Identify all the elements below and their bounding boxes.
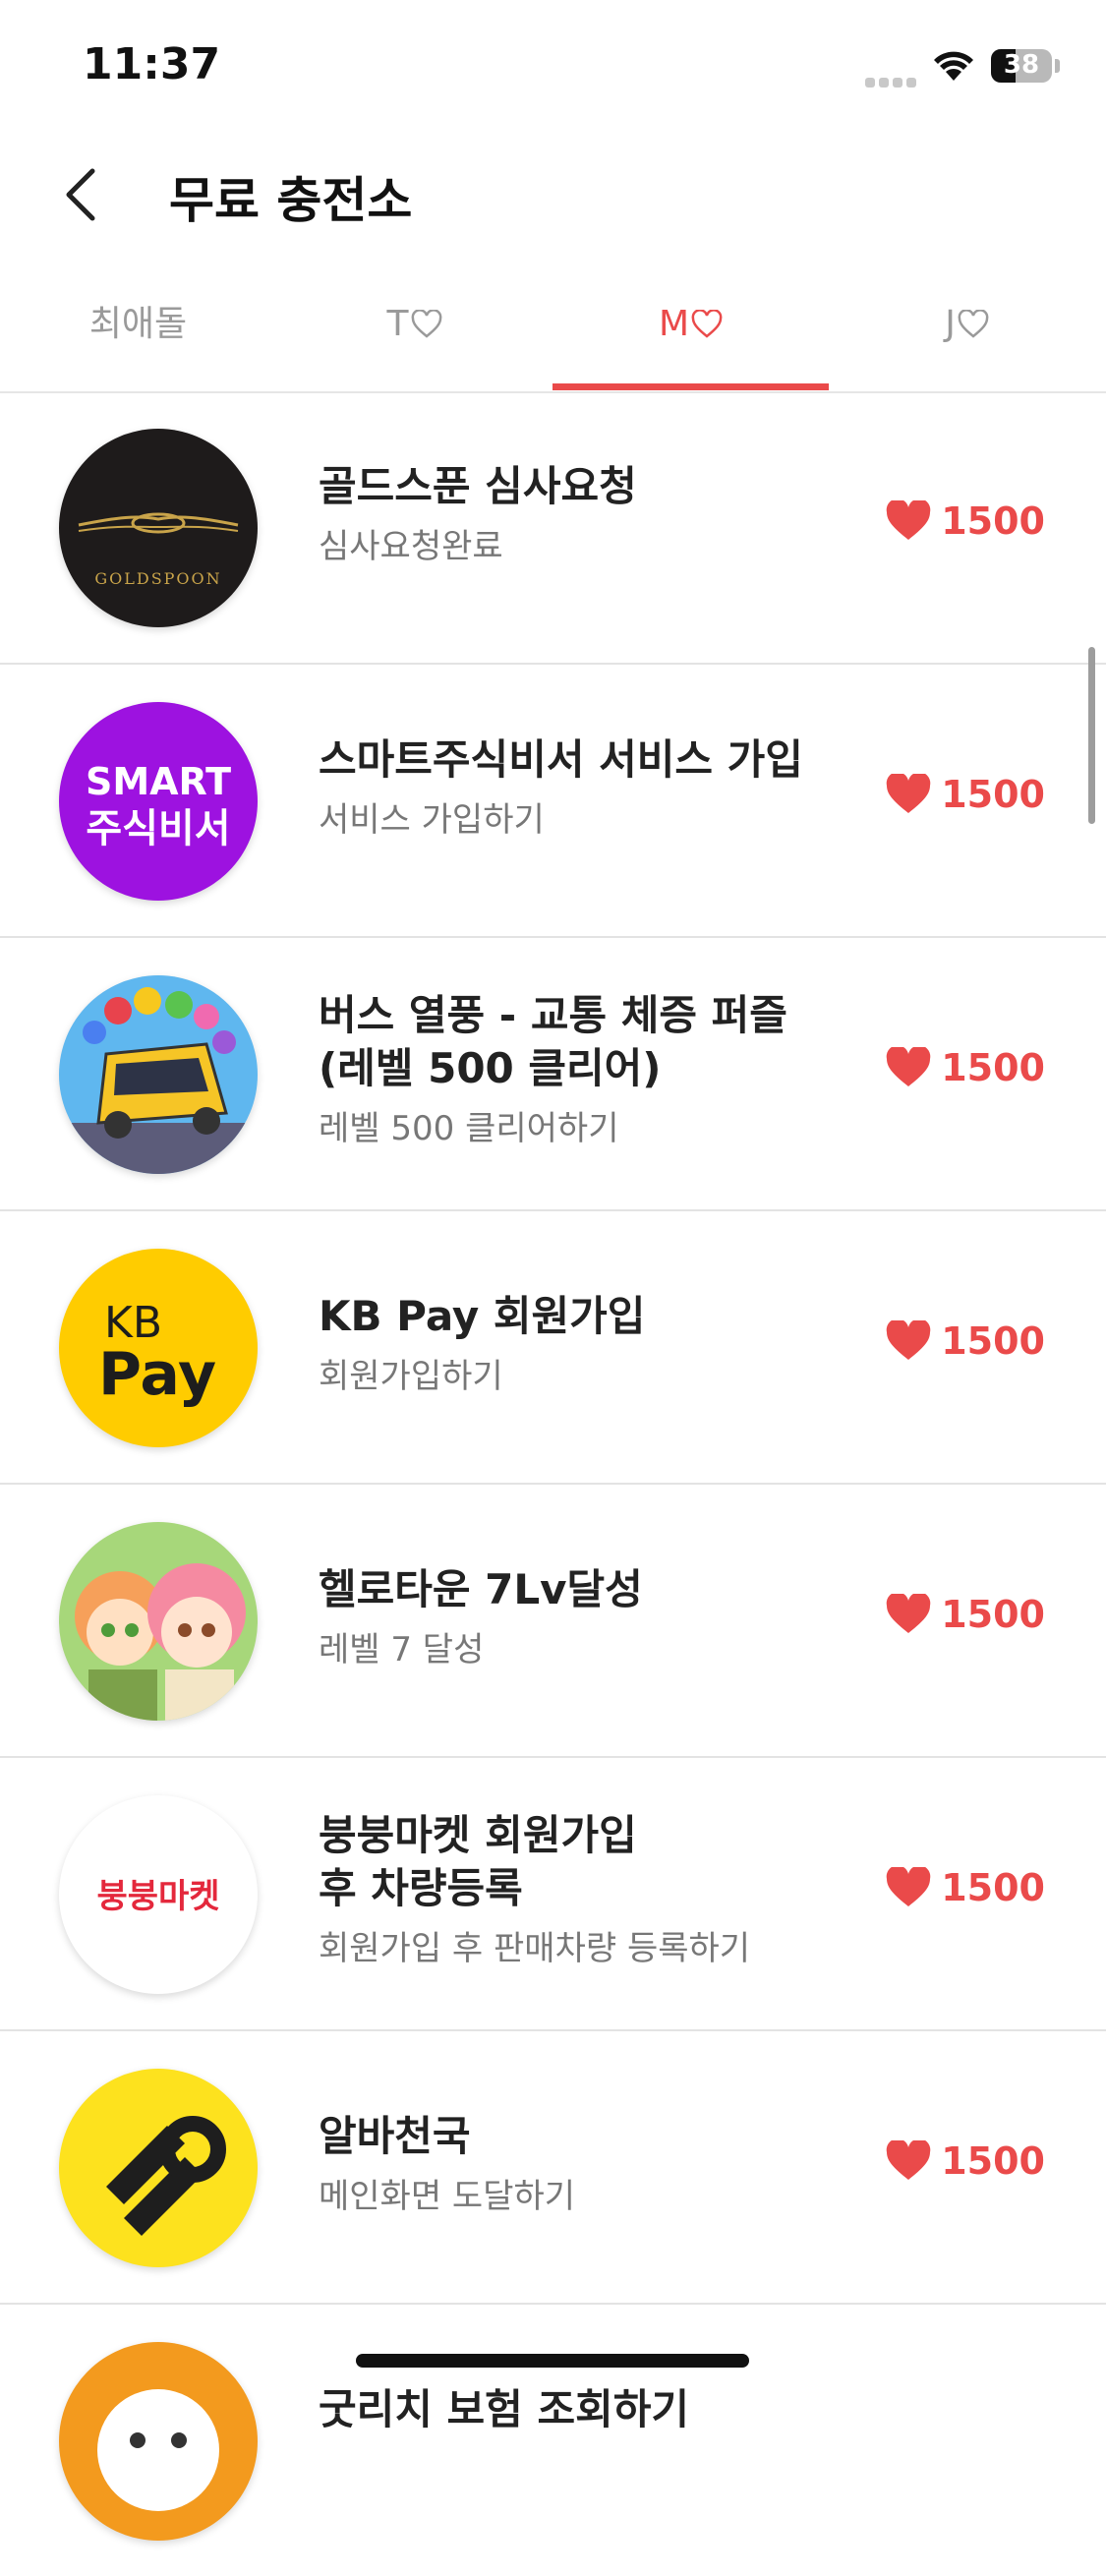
list-item[interactable]: 헬로타운 7Lv달성 레벨 7 달성 1500	[0, 1485, 1106, 1758]
item-subtitle: 레벨 500 클리어하기	[319, 1109, 619, 1148]
list-item[interactable]: 버스 열풍 - 교통 체증 퍼즐 (레벨 500 클리어) 레벨 500 클리어…	[0, 938, 1106, 1211]
kbpay-logo-icon: KB Pay	[59, 1249, 258, 1447]
active-tab-indicator	[553, 383, 829, 390]
heart-icon	[886, 1594, 931, 1633]
reward-value: 1500	[941, 773, 1045, 816]
heart-icon	[886, 1320, 931, 1360]
reward-value: 1500	[941, 499, 1045, 543]
item-subtitle: 레벨 7 달성	[319, 1630, 485, 1669]
reward-amount[interactable]: 1500	[886, 1866, 1045, 1909]
item-title-line2: (레벨 500 클리어)	[319, 1044, 662, 1092]
item-subtitle: 심사요청완료	[319, 527, 503, 566]
list-item[interactable]: GOLDSPOON 골드스푼 심사요청 심사요청완료 1500	[0, 391, 1106, 665]
reward-amount[interactable]: 1500	[886, 1593, 1045, 1636]
item-subtitle: 서비스 가입하기	[319, 800, 545, 840]
tab-label: T	[386, 304, 409, 344]
albachunguk-logo-icon	[59, 2069, 258, 2267]
reward-value: 1500	[941, 1046, 1045, 1089]
reward-amount[interactable]: 1500	[886, 2139, 1045, 2183]
bungbung-market-logo-icon: 붕붕마켓	[59, 1795, 258, 1994]
item-title: 알바천국	[319, 2112, 471, 2160]
item-subtitle: 회원가입 후 판매차량 등록하기	[319, 1929, 751, 1968]
tab-j[interactable]: J	[829, 275, 1105, 391]
item-title: 버스 열풍 - 교통 체증 퍼즐	[319, 991, 787, 1039]
smart-logo-text: SMART	[86, 760, 231, 803]
heart-outline-icon	[958, 309, 989, 338]
hellotown-logo-icon	[59, 1522, 258, 1721]
scrollbar[interactable]	[1088, 647, 1095, 824]
bungbung-logo-text: 붕붕마켓	[96, 1877, 219, 1916]
item-title: KB Pay 회원가입	[319, 1292, 646, 1340]
tab-label: J	[945, 304, 956, 344]
battery-icon: 38	[991, 49, 1052, 83]
tab-t[interactable]: T	[276, 275, 553, 391]
goldspoon-logo-icon: GOLDSPOON	[59, 429, 258, 627]
list-item[interactable]: KB Pay KB Pay 회원가입 회원가입하기 1500	[0, 1211, 1106, 1485]
status-bar: 11:37 38	[0, 0, 1106, 138]
goodrich-logo-icon	[59, 2342, 258, 2541]
status-time: 11:37	[83, 39, 221, 89]
reward-value: 1500	[941, 1319, 1045, 1363]
item-subtitle: 회원가입하기	[319, 1357, 503, 1396]
item-title: 골드스푼 심사요청	[319, 462, 637, 510]
cellular-signal-icon	[865, 73, 920, 91]
reward-amount[interactable]: 1500	[886, 1319, 1045, 1363]
reward-value: 1500	[941, 1593, 1045, 1636]
heart-icon	[886, 1867, 931, 1906]
reward-amount[interactable]: 1500	[886, 1046, 1045, 1089]
item-title: 굿리치 보험 조회하기	[319, 2385, 690, 2433]
tab-bar: 최애돌 T M J	[0, 275, 1106, 393]
heart-icon	[886, 1047, 931, 1086]
battery-level: 38	[1003, 50, 1040, 80]
goldspoon-logo-text: GOLDSPOON	[94, 569, 221, 588]
item-title: 붕붕마켓 회원가입	[319, 1811, 637, 1859]
heart-outline-icon	[411, 309, 441, 338]
item-title: 헬로타운 7Lv달성	[319, 1565, 643, 1613]
heart-icon	[886, 774, 931, 813]
home-indicator[interactable]	[356, 2354, 749, 2368]
heart-icon	[886, 2140, 931, 2180]
heart-icon	[886, 500, 931, 540]
item-subtitle: 메인화면 도달하기	[319, 2177, 576, 2216]
reward-value: 1500	[941, 1866, 1045, 1909]
list-item[interactable]: 알바천국 메인화면 도달하기 1500	[0, 2031, 1106, 2305]
tab-label: M	[658, 304, 690, 344]
back-arrow-icon[interactable]	[57, 165, 106, 224]
reward-amount[interactable]: 1500	[886, 773, 1045, 816]
wifi-icon	[934, 51, 973, 81]
page-title: 무료 충전소	[169, 172, 413, 229]
tab-label: 최애돌	[88, 304, 188, 344]
item-title: 스마트주식비서 서비스 가입	[319, 735, 803, 784]
item-title-line2: 후 차량등록	[319, 1864, 523, 1912]
smart-logo-text-2: 주식비서	[86, 806, 230, 851]
nav-header: 무료 충전소	[0, 138, 1106, 246]
reward-amount[interactable]: 1500	[886, 499, 1045, 543]
pay-logo-text: Pay	[98, 1340, 216, 1409]
bus-game-logo-icon	[59, 975, 258, 1174]
list-item[interactable]: 붕붕마켓 붕붕마켓 회원가입 후 차량등록 회원가입 후 판매차량 등록하기 1…	[0, 1758, 1106, 2031]
reward-list[interactable]: GOLDSPOON 골드스푼 심사요청 심사요청완료 1500 SMART 주식…	[0, 391, 1106, 2576]
list-item[interactable]: SMART 주식비서 스마트주식비서 서비스 가입 서비스 가입하기 1500	[0, 665, 1106, 938]
tab-choeaedol[interactable]: 최애돌	[0, 275, 276, 391]
tab-m[interactable]: M	[553, 275, 829, 391]
heart-outline-icon	[691, 309, 723, 338]
smart-stock-logo-icon: SMART 주식비서	[59, 702, 258, 901]
reward-value: 1500	[941, 2139, 1045, 2183]
list-item[interactable]: 굿리치 보험 조회하기	[0, 2305, 1106, 2576]
